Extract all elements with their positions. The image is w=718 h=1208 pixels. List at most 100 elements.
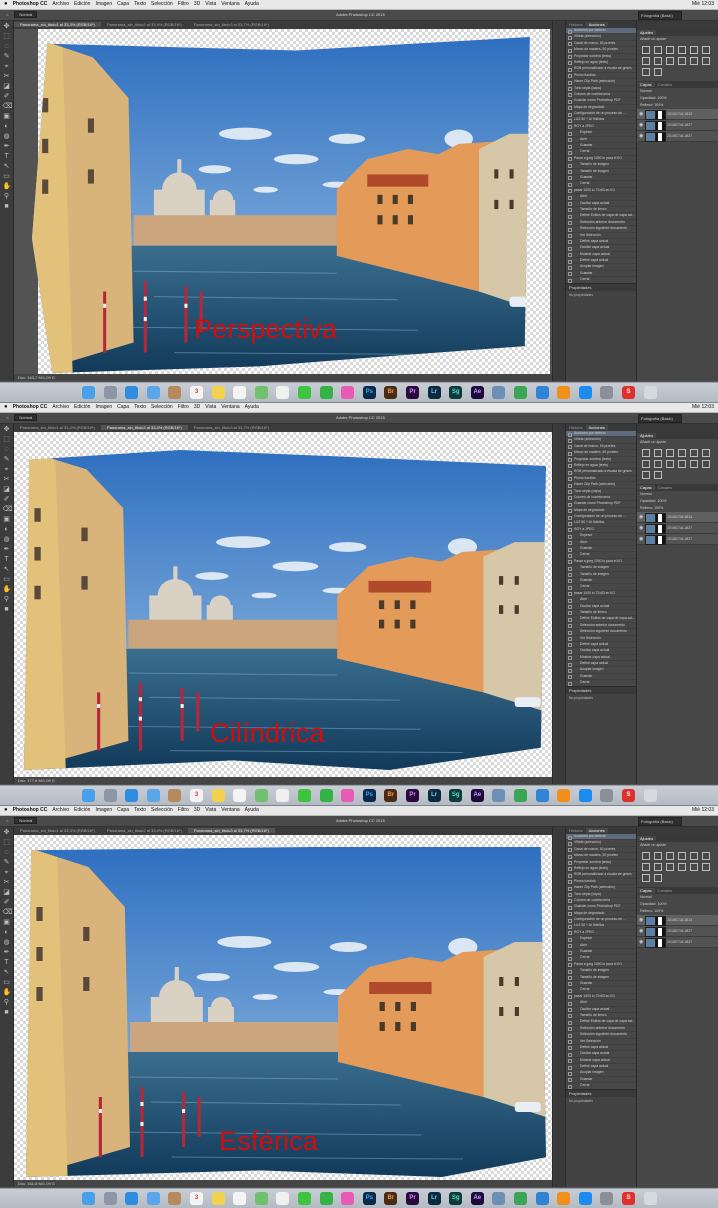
tool-icon[interactable]: ⚲: [3, 193, 11, 201]
tool-icon[interactable]: T: [3, 959, 11, 967]
menu-item[interactable]: Imagen: [95, 404, 112, 410]
adjustment-icon[interactable]: [702, 863, 710, 871]
menu-item[interactable]: Ayuda: [245, 807, 259, 813]
tool-icon[interactable]: ⌫: [3, 506, 13, 514]
tool-icon[interactable]: T: [3, 153, 11, 161]
layer-row[interactable]: ◉ 20150718-1837: [637, 534, 718, 545]
contacts-icon[interactable]: [168, 386, 182, 399]
tool-icon[interactable]: ▣: [3, 113, 11, 121]
keynote-icon[interactable]: [535, 789, 549, 802]
menu-item[interactable]: Ventana: [221, 404, 239, 410]
notes-icon[interactable]: [211, 386, 225, 399]
menu-item[interactable]: Texto: [134, 807, 146, 813]
tool-icon[interactable]: ⌖: [3, 466, 11, 474]
tool-icon[interactable]: ■: [3, 606, 11, 614]
adjustment-icon[interactable]: [690, 449, 698, 457]
document-tab[interactable]: Panorama_sin_titulo3 al 33,7% (RGB/16*): [188, 425, 275, 430]
menu-item[interactable]: Imagen: [95, 1, 112, 7]
blend-mode-select[interactable]: Normal: [14, 817, 38, 824]
layer-mask[interactable]: [655, 132, 666, 142]
menu-item[interactable]: Ayuda: [245, 404, 259, 410]
tool-icon[interactable]: ✐: [3, 93, 11, 101]
layer-row[interactable]: ◉ 20150718-1827: [637, 523, 718, 534]
workspace-select[interactable]: Fotografía (Basic): [638, 414, 682, 423]
prefs-icon[interactable]: [600, 386, 614, 399]
reminders-icon[interactable]: [233, 789, 247, 802]
menu-item[interactable]: Vista: [205, 1, 216, 7]
tool-icon[interactable]: ✂: [3, 476, 11, 484]
workspace-select[interactable]: Fotografía (Basic): [638, 817, 682, 826]
messages-icon[interactable]: [298, 386, 311, 399]
pr-icon[interactable]: Pr: [406, 386, 419, 399]
calendar-icon[interactable]: 3: [190, 1192, 203, 1205]
menu-item[interactable]: Archivo: [52, 1, 69, 7]
trash-icon[interactable]: [643, 1192, 657, 1205]
adjustment-icon[interactable]: [690, 863, 698, 871]
adjustment-icon[interactable]: [654, 68, 662, 76]
tool-icon[interactable]: ▭: [3, 979, 11, 987]
preview-icon[interactable]: [492, 386, 506, 399]
app-menu[interactable]: Photoshop CC: [13, 404, 48, 410]
tool-icon[interactable]: ◐: [3, 526, 11, 534]
document-tab[interactable]: Panorama_sin_titulo1 al 33,3% (RGB/16*): [14, 425, 101, 430]
document-tab[interactable]: Panorama_sin_titulo2 al 33,4% (RGB/16*): [101, 828, 188, 833]
collapsed-panel-strip[interactable]: [552, 827, 565, 1187]
eye-icon[interactable]: ◉: [639, 512, 643, 522]
panel-tab[interactable]: Historia: [566, 425, 586, 430]
finder-icon[interactable]: [82, 1192, 95, 1205]
menu-item[interactable]: Edición: [74, 404, 90, 410]
ae-icon[interactable]: Ae: [470, 789, 484, 802]
document-canvas[interactable]: Perspectiva: [14, 29, 552, 374]
layers-tab[interactable]: Canales: [655, 485, 676, 490]
adjustment-icon[interactable]: [654, 471, 662, 479]
eye-icon[interactable]: ◉: [639, 926, 643, 936]
tool-icon[interactable]: ✋: [3, 183, 12, 191]
apple-menu-icon[interactable]: ●: [4, 807, 8, 813]
sg-icon[interactable]: Sg: [449, 386, 463, 399]
menu-item[interactable]: Selección: [151, 404, 173, 410]
adjustment-icon[interactable]: [642, 46, 650, 54]
s-icon[interactable]: S: [622, 1192, 635, 1205]
adjustment-icon[interactable]: [654, 852, 662, 860]
app-menu[interactable]: Photoshop CC: [13, 807, 48, 813]
apple-menu-icon[interactable]: ●: [4, 404, 8, 410]
menu-item[interactable]: Archivo: [52, 404, 69, 410]
pr-icon[interactable]: Pr: [406, 1192, 419, 1205]
menu-item[interactable]: Filtro: [178, 1, 189, 7]
br-icon[interactable]: Br: [384, 1192, 398, 1205]
layer-blend-mode[interactable]: Normal: [637, 894, 718, 901]
panel-tab[interactable]: Historia: [566, 22, 586, 27]
adjustment-icon[interactable]: [690, 852, 698, 860]
eye-icon[interactable]: ◉: [639, 523, 643, 533]
tool-icon[interactable]: ◪: [3, 83, 11, 91]
adjustment-icon[interactable]: [666, 46, 674, 54]
panel-search[interactable]: [637, 827, 718, 835]
tool-icon[interactable]: ◍: [3, 939, 11, 947]
photos-icon[interactable]: [276, 1192, 290, 1205]
adjustment-icon[interactable]: [642, 449, 650, 457]
layers-tab[interactable]: Capas: [637, 888, 655, 893]
adjustment-icon[interactable]: [678, 449, 686, 457]
adjustment-icon[interactable]: [642, 863, 650, 871]
panel-tab[interactable]: Acciones: [585, 22, 608, 27]
adjustment-icon[interactable]: [702, 449, 710, 457]
photos-icon[interactable]: [276, 386, 290, 399]
s-icon[interactable]: S: [622, 789, 635, 802]
tool-icon[interactable]: ■: [3, 1009, 11, 1017]
tool-icon[interactable]: ✒: [3, 143, 11, 151]
tool-icon[interactable]: ✒: [3, 949, 11, 957]
numbers-icon[interactable]: [514, 1192, 527, 1205]
tool-icon[interactable]: ⚲: [3, 999, 11, 1007]
adjustment-icon[interactable]: [702, 57, 710, 65]
tool-icon[interactable]: ◍: [3, 133, 11, 141]
adjustment-icon[interactable]: [666, 460, 674, 468]
layer-mask[interactable]: [655, 927, 666, 937]
layer-mask[interactable]: [655, 535, 666, 545]
preview-icon[interactable]: [492, 789, 506, 802]
tool-icon[interactable]: ✂: [3, 73, 11, 81]
finder-icon[interactable]: [82, 789, 95, 802]
tool-icon[interactable]: ⌖: [3, 869, 11, 877]
document-canvas[interactable]: Cilíndrica: [14, 432, 552, 777]
menu-item[interactable]: Archivo: [52, 807, 69, 813]
tool-icon[interactable]: ⬚: [3, 436, 11, 444]
